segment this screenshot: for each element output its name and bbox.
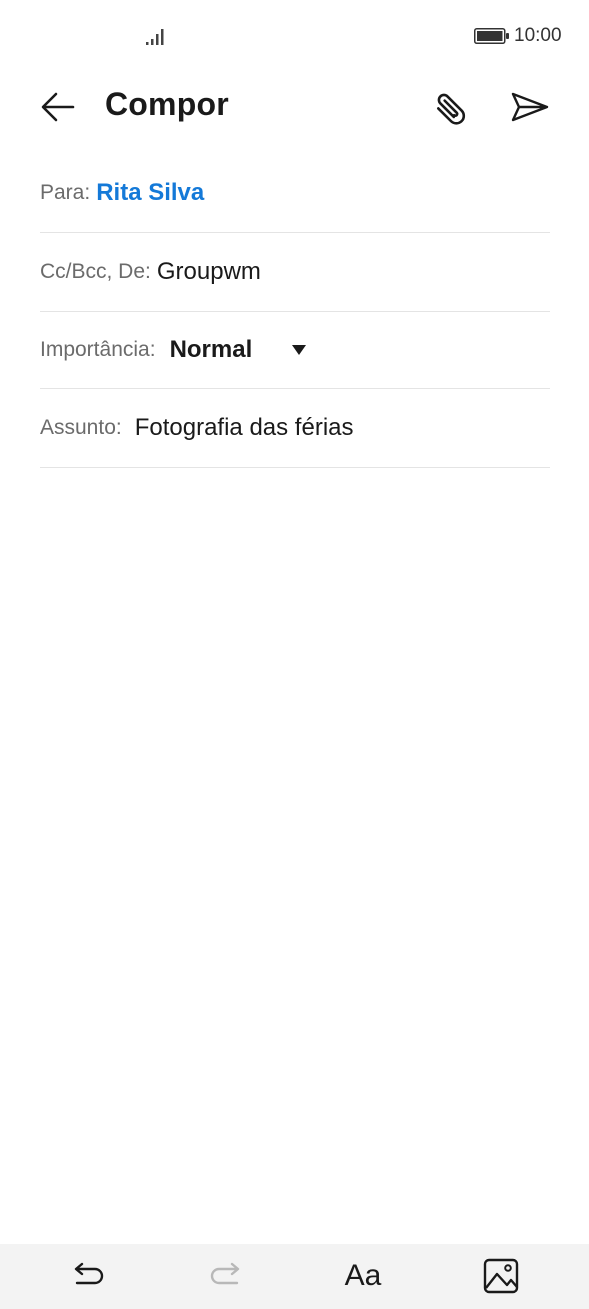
redo-icon [210, 1262, 240, 1285]
send-button[interactable] [508, 86, 552, 128]
to-label: Para: [40, 180, 91, 204]
text-format-button[interactable]: Aa [339, 1254, 387, 1298]
from-account-value: Groupwm [156, 257, 261, 285]
importance-label: Importância: [40, 337, 156, 361]
importance-value[interactable]: Normal [170, 336, 253, 364]
insert-image-button[interactable] [477, 1254, 525, 1298]
compose-header: Compor [0, 72, 589, 142]
undo-icon [74, 1262, 104, 1285]
cc-bcc-label: Cc/Bcc, De: [40, 259, 151, 283]
importance-field[interactable]: Importância: Normal [40, 311, 550, 389]
subject-field[interactable]: Assunto: Fotografia das férias [40, 388, 550, 468]
signal-bars-icon [146, 29, 164, 45]
message-body-editor[interactable] [40, 480, 550, 1220]
paperclip-icon [436, 93, 466, 125]
undo-button[interactable] [64, 1254, 112, 1298]
send-icon [511, 92, 549, 122]
formatting-toolbar: Aa [0, 1244, 589, 1309]
back-button[interactable] [38, 88, 78, 126]
status-time: 10:00 [514, 25, 562, 46]
attach-button[interactable] [430, 86, 472, 128]
recipient-chip[interactable]: Rita Silva [96, 179, 204, 207]
subject-label: Assunto: [40, 415, 122, 439]
battery-full-icon [474, 28, 509, 44]
redo-button[interactable] [202, 1254, 250, 1298]
to-field[interactable]: Para: Rita Silva [40, 153, 550, 233]
subject-input[interactable]: Fotografia das férias [135, 414, 354, 442]
arrow-left-icon [41, 92, 75, 122]
text-format-label: Aa [344, 1259, 382, 1292]
image-icon [483, 1258, 519, 1294]
page-title: Compor [105, 86, 229, 122]
dropdown-arrow-icon[interactable] [292, 344, 307, 355]
cc-bcc-field[interactable]: Cc/Bcc, De: Groupwm [40, 232, 550, 312]
status-bar: 10:00 [0, 0, 589, 72]
